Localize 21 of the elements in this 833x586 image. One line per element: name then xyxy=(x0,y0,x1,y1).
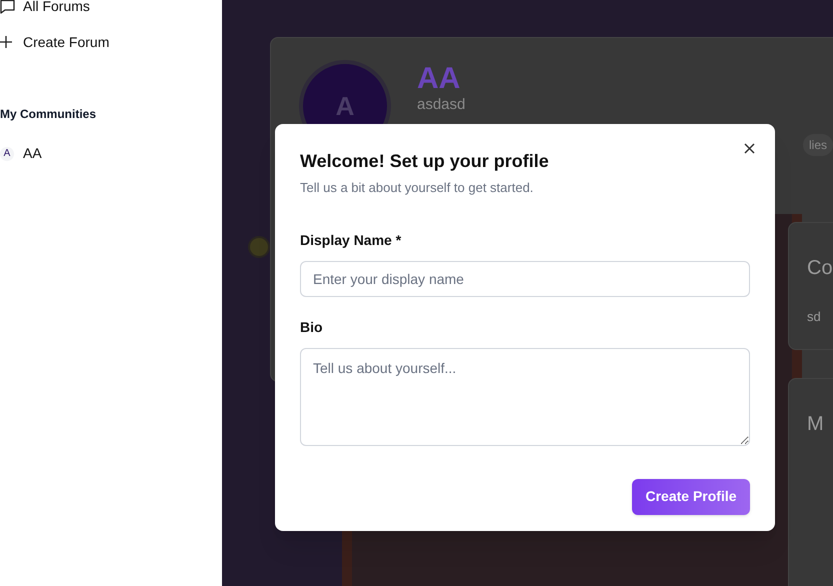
community-name: AA xyxy=(417,62,462,96)
create-profile-button[interactable]: Create Profile xyxy=(632,478,750,514)
display-name-field[interactable]: Enter your display name xyxy=(300,260,750,296)
sidebar-link[interactable]: All Forums xyxy=(0,0,90,15)
field-label: Display Name * xyxy=(300,230,402,250)
dialog-title: Welcome! Set up your profile xyxy=(300,150,550,173)
tag-badge: lies xyxy=(802,134,833,156)
dialog-subtitle: Tell us a bit about yourself to get started. xyxy=(300,179,534,197)
field-label: Bio xyxy=(300,318,324,336)
close-icon[interactable] xyxy=(744,143,755,154)
chat-bubble-icon xyxy=(0,0,15,14)
card-title: Co xyxy=(807,256,833,281)
card-text: sd xyxy=(807,308,822,326)
plus-icon xyxy=(0,36,12,48)
community-avatar: A xyxy=(0,146,14,160)
sidebar-link[interactable]: Create Forum xyxy=(0,33,110,51)
bio-field[interactable]: Tell us about yourself... xyxy=(300,348,750,446)
section-title: My Communities xyxy=(0,106,98,123)
card-title: M xyxy=(807,412,825,437)
community-description: asdasd xyxy=(417,96,466,114)
community-link[interactable]: AA xyxy=(23,143,42,164)
